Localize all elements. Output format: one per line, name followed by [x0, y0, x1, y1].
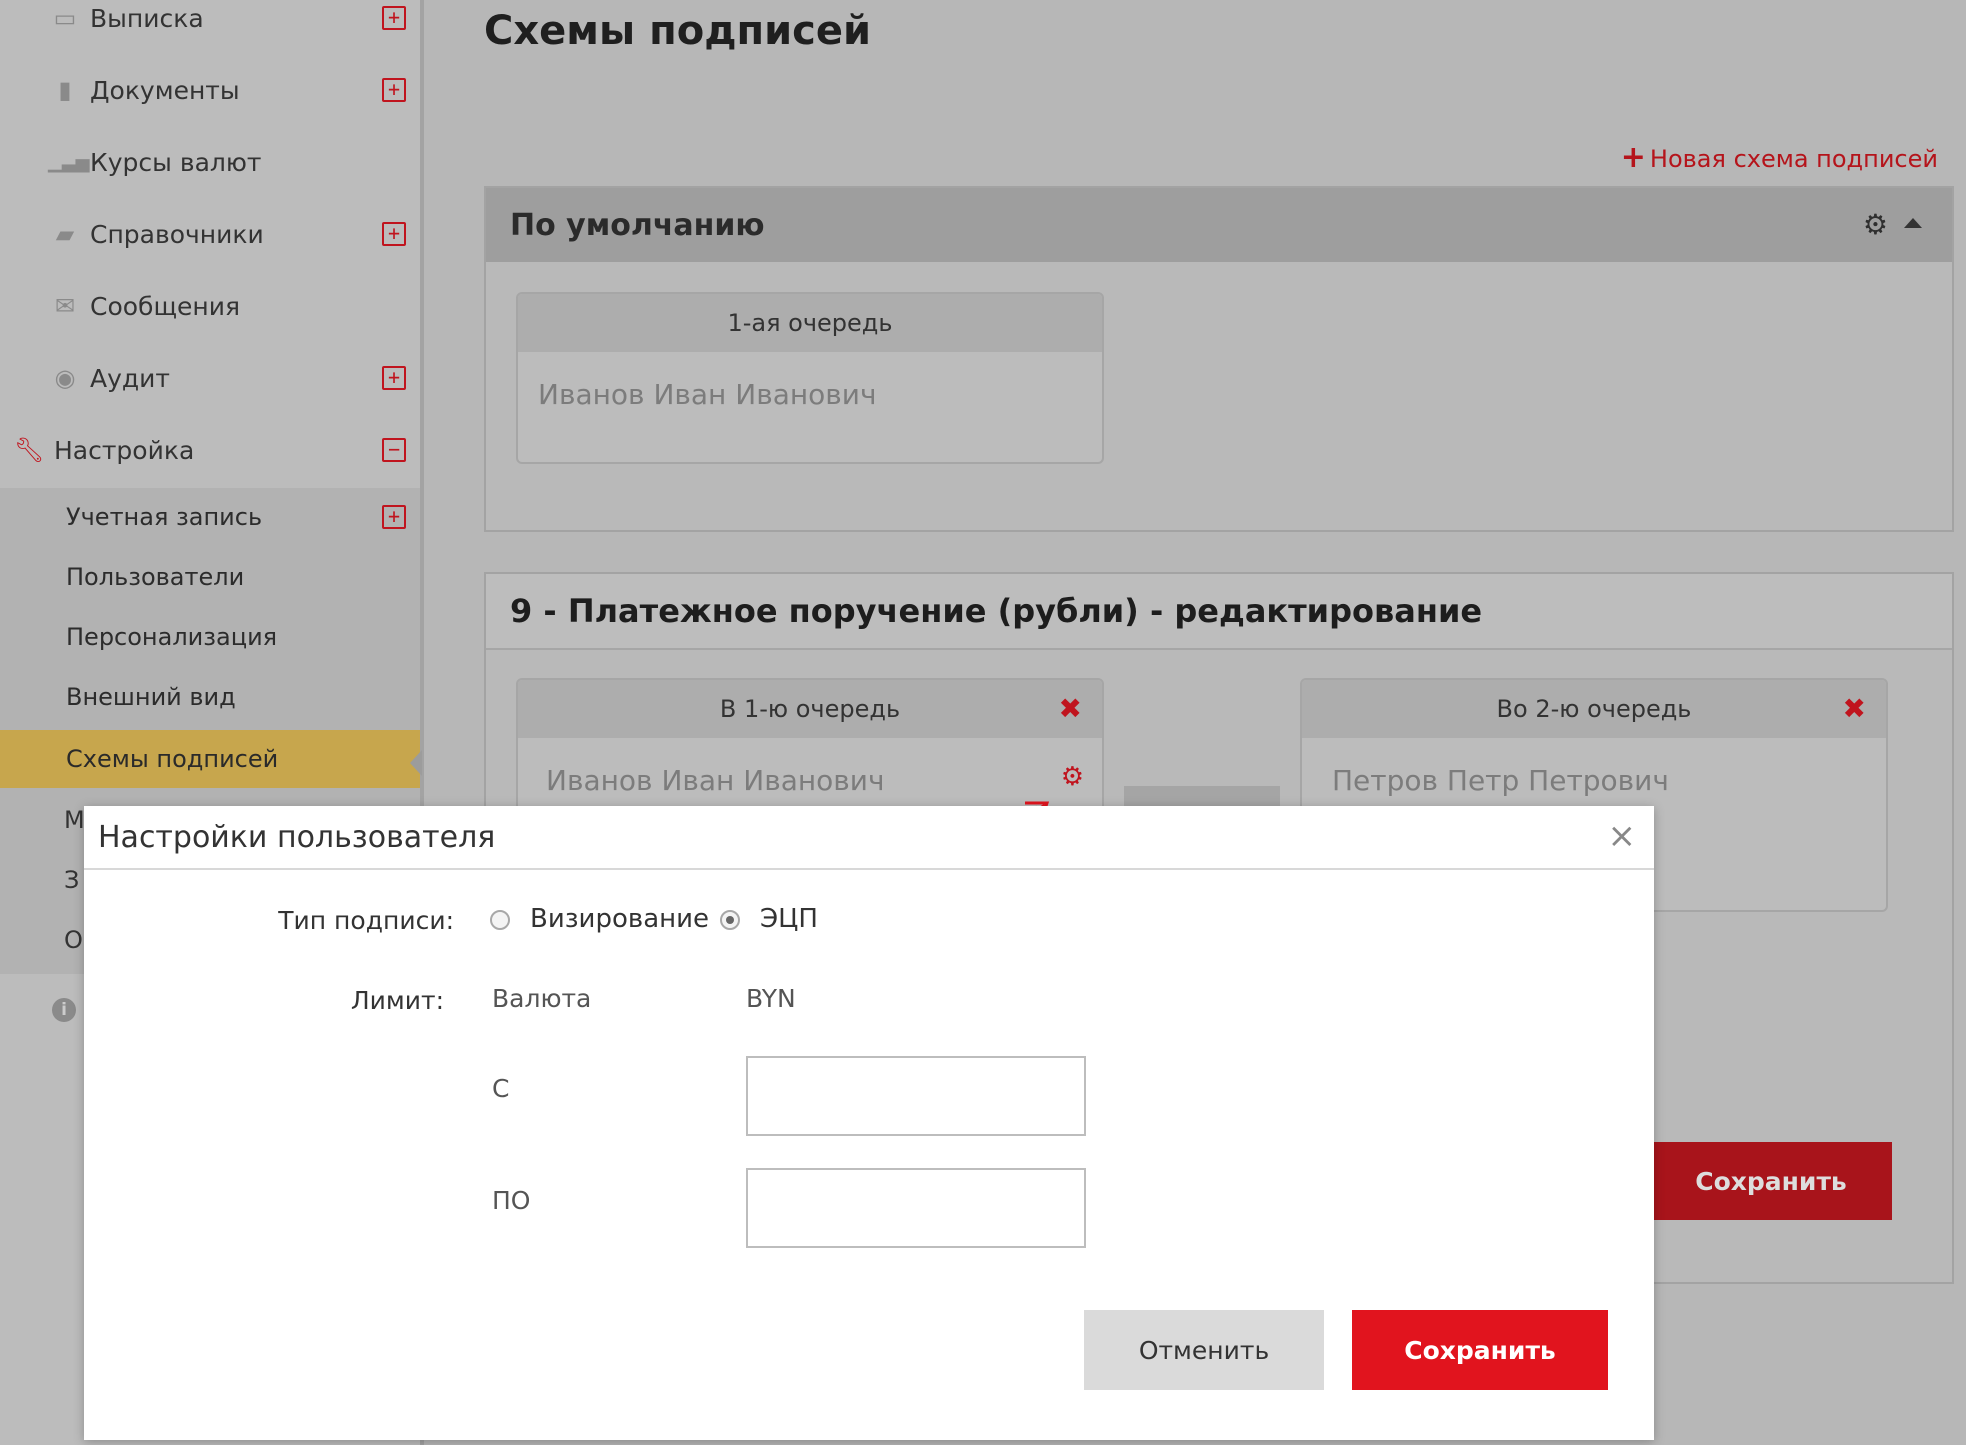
scheme-panel-header[interactable]: По умолчанию	[486, 188, 1952, 262]
sidebar-subitem-signature-schemes[interactable]: Схемы подписей	[0, 730, 420, 788]
cancel-button[interactable]: Отменить	[1084, 1310, 1324, 1390]
sidebar-subitem-account[interactable]: Учетная запись +	[0, 488, 420, 546]
close-icon[interactable]: ×	[1608, 816, 1637, 856]
sidebar-item-documents[interactable]: ▮ Документы +	[0, 60, 420, 120]
queue-title: Во 2-ю очередь ✖	[1302, 680, 1886, 738]
user-settings-modal: Настройки пользователя × Тип подписи: Ви…	[84, 806, 1654, 1440]
info-icon[interactable]: i	[52, 998, 76, 1022]
currency-value: BYN	[746, 984, 796, 1013]
sidebar-item-label: Аудит	[90, 363, 170, 393]
page-title: Схемы подписей	[484, 8, 872, 54]
queue-user: Иванов Иван Иванович	[546, 764, 885, 797]
radio-ecp[interactable]	[720, 910, 740, 930]
sidebar-subitem-users[interactable]: Пользователи	[0, 548, 420, 606]
limit-label: Лимит:	[350, 986, 444, 1015]
sidebar-subitem-hidden[interactable]: З	[64, 866, 79, 894]
expand-icon[interactable]: +	[382, 366, 406, 390]
new-scheme-label: Новая схема подписей	[1649, 145, 1938, 173]
close-icon[interactable]: ✖	[1059, 692, 1082, 725]
sidebar-subitem-label: Внешний вид	[66, 683, 236, 711]
gear-icon[interactable]: ⚙	[1863, 208, 1888, 241]
sidebar-subitem-label: Пользователи	[66, 563, 245, 591]
currency-label: Валюта	[492, 984, 592, 1013]
scheme-title: 9 - Платежное поручение (рубли) - редакт…	[510, 592, 1483, 630]
sidebar-item-label: Настройка	[54, 435, 195, 465]
modal-header: Настройки пользователя ×	[84, 806, 1654, 870]
scheme-title: По умолчанию	[510, 207, 765, 243]
sidebar-item-messages[interactable]: ✉ Сообщения	[0, 276, 420, 336]
close-icon[interactable]: ✖	[1843, 692, 1866, 725]
sidebar-item-label: Сообщения	[90, 291, 241, 321]
sidebar-item-label: Выписка	[90, 3, 204, 33]
sidebar-item-label: Справочники	[90, 219, 264, 249]
queue-title-text: 1-ая очередь	[727, 309, 893, 337]
sidebar-item-directories[interactable]: ▰ Справочники +	[0, 204, 420, 264]
sidebar-item-settings[interactable]: 🔧︎ Настройка −	[0, 420, 420, 480]
radio-ecp-label[interactable]: ЭЦП	[760, 904, 818, 934]
sidebar-item-audit[interactable]: ◉ Аудит +	[0, 348, 420, 408]
plus-icon: +	[1620, 140, 1646, 175]
envelope-icon: ✉	[54, 292, 76, 320]
radio-visa[interactable]	[490, 910, 510, 930]
sidebar-subitem-label: Персонализация	[66, 623, 278, 651]
wrench-icon: 🔧︎	[13, 436, 45, 464]
limit-to-label: ПО	[492, 1186, 531, 1215]
eye-icon: ◉	[54, 364, 76, 392]
save-button[interactable]: Сохранить	[1352, 1310, 1608, 1390]
sidebar-subitem-label: Учетная запись	[66, 503, 263, 531]
statement-icon: ▭	[53, 4, 77, 32]
expand-icon[interactable]: +	[382, 78, 406, 102]
queue-title-text: В 1-ю очередь	[719, 695, 901, 723]
signature-type-label: Тип подписи:	[278, 906, 454, 935]
document-icon: ▮	[58, 76, 72, 104]
collapse-icon[interactable]: −	[382, 438, 406, 462]
scheme-panel-header: 9 - Платежное поручение (рубли) - редакт…	[486, 574, 1952, 650]
folder-icon: ▰	[55, 220, 75, 248]
sidebar-item-label: Документы	[90, 75, 240, 105]
limit-to-input[interactable]	[746, 1168, 1086, 1248]
sidebar-subitem-hidden[interactable]: М	[64, 806, 85, 834]
sidebar-item-label: Курсы валют	[90, 147, 262, 177]
new-scheme-link[interactable]: + Новая схема подписей	[1621, 140, 1938, 175]
limit-from-label: С	[492, 1074, 510, 1103]
active-caret-icon	[410, 750, 422, 776]
sidebar-subitem-appearance[interactable]: Внешний вид	[0, 668, 420, 726]
scheme-save-button[interactable]: Сохранить	[1650, 1142, 1892, 1220]
bar-chart-icon: ▁▃▅	[48, 151, 90, 173]
queue-user: Иванов Иван Иванович	[538, 378, 877, 411]
queue-title: В 1-ю очередь ✖	[518, 680, 1102, 738]
sidebar-item-statement[interactable]: ▭ Выписка +	[0, 0, 420, 48]
queue-title-text: Во 2-ю очередь	[1496, 695, 1692, 723]
limit-from-input[interactable]	[746, 1056, 1086, 1136]
scheme-panel-default: По умолчанию ⚙ 1-ая очередь Иванов Иван …	[484, 186, 1954, 532]
user-settings-gear-icon[interactable]: ⚙	[1061, 762, 1084, 792]
expand-icon[interactable]: +	[382, 505, 406, 529]
sidebar-subitem-personalization[interactable]: Персонализация	[0, 608, 420, 666]
queue-title: 1-ая очередь	[518, 294, 1102, 352]
expand-icon[interactable]: +	[382, 222, 406, 246]
sidebar-item-currency-rates[interactable]: ▁▃▅ Курсы валют	[0, 132, 420, 192]
sidebar-subitem-label: Схемы подписей	[66, 745, 279, 773]
collapse-caret-icon[interactable]	[1904, 218, 1922, 228]
queue-card: 1-ая очередь Иванов Иван Иванович	[516, 292, 1104, 464]
sidebar-subitem-hidden[interactable]: О	[64, 926, 83, 954]
expand-icon[interactable]: +	[382, 6, 406, 30]
modal-title: Настройки пользователя	[98, 819, 496, 855]
radio-visa-label[interactable]: Визирование	[530, 904, 709, 934]
